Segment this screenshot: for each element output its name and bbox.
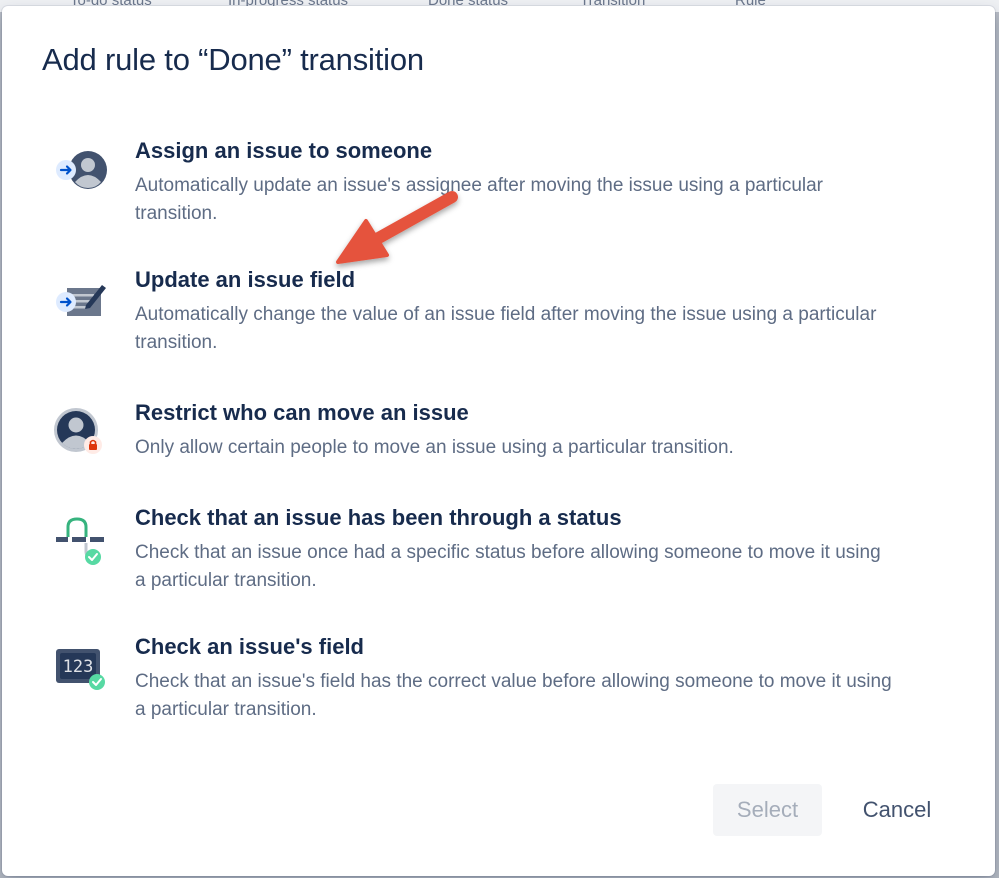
cancel-button[interactable]: Cancel [840, 784, 954, 836]
modal-title: Add rule to “Done” transition [42, 42, 424, 77]
option-check-field[interactable]: 123 Check an issue's field Check that an… [42, 634, 942, 724]
option-description: Automatically change the value of an iss… [135, 304, 877, 353]
option-title: Update an issue field [135, 267, 356, 292]
option-title: Check that an issue has been through a s… [135, 505, 622, 530]
restricted-user-icon [54, 408, 102, 454]
option-description: Check that an issue's field has the corr… [135, 671, 892, 720]
option-restrict-move[interactable]: Restrict who can move an issue Only allo… [42, 400, 942, 470]
option-title: Restrict who can move an issue [135, 400, 469, 425]
select-button[interactable]: Select [713, 784, 822, 836]
option-assign-issue[interactable]: Assign an issue to someone Automatically… [42, 138, 942, 228]
option-description: Only allow certain people to move an iss… [135, 437, 734, 458]
svg-text:123: 123 [63, 657, 94, 677]
option-title: Assign an issue to someone [135, 138, 433, 163]
option-title: Check an issue's field [135, 634, 364, 659]
edit-field-icon [56, 285, 106, 316]
add-rule-modal: Add rule to “Done” transition Assign an … [2, 6, 995, 876]
field-value-check-icon: 123 [56, 649, 105, 690]
option-update-field[interactable]: Update an issue field Automatically chan… [42, 267, 942, 357]
assign-user-icon [56, 151, 107, 189]
option-check-status-history[interactable]: Check that an issue has been through a s… [42, 505, 942, 595]
status-path-check-icon [56, 517, 104, 565]
option-description: Automatically update an issue's assignee… [135, 175, 824, 224]
option-description: Check that an issue once had a specific … [135, 542, 881, 591]
